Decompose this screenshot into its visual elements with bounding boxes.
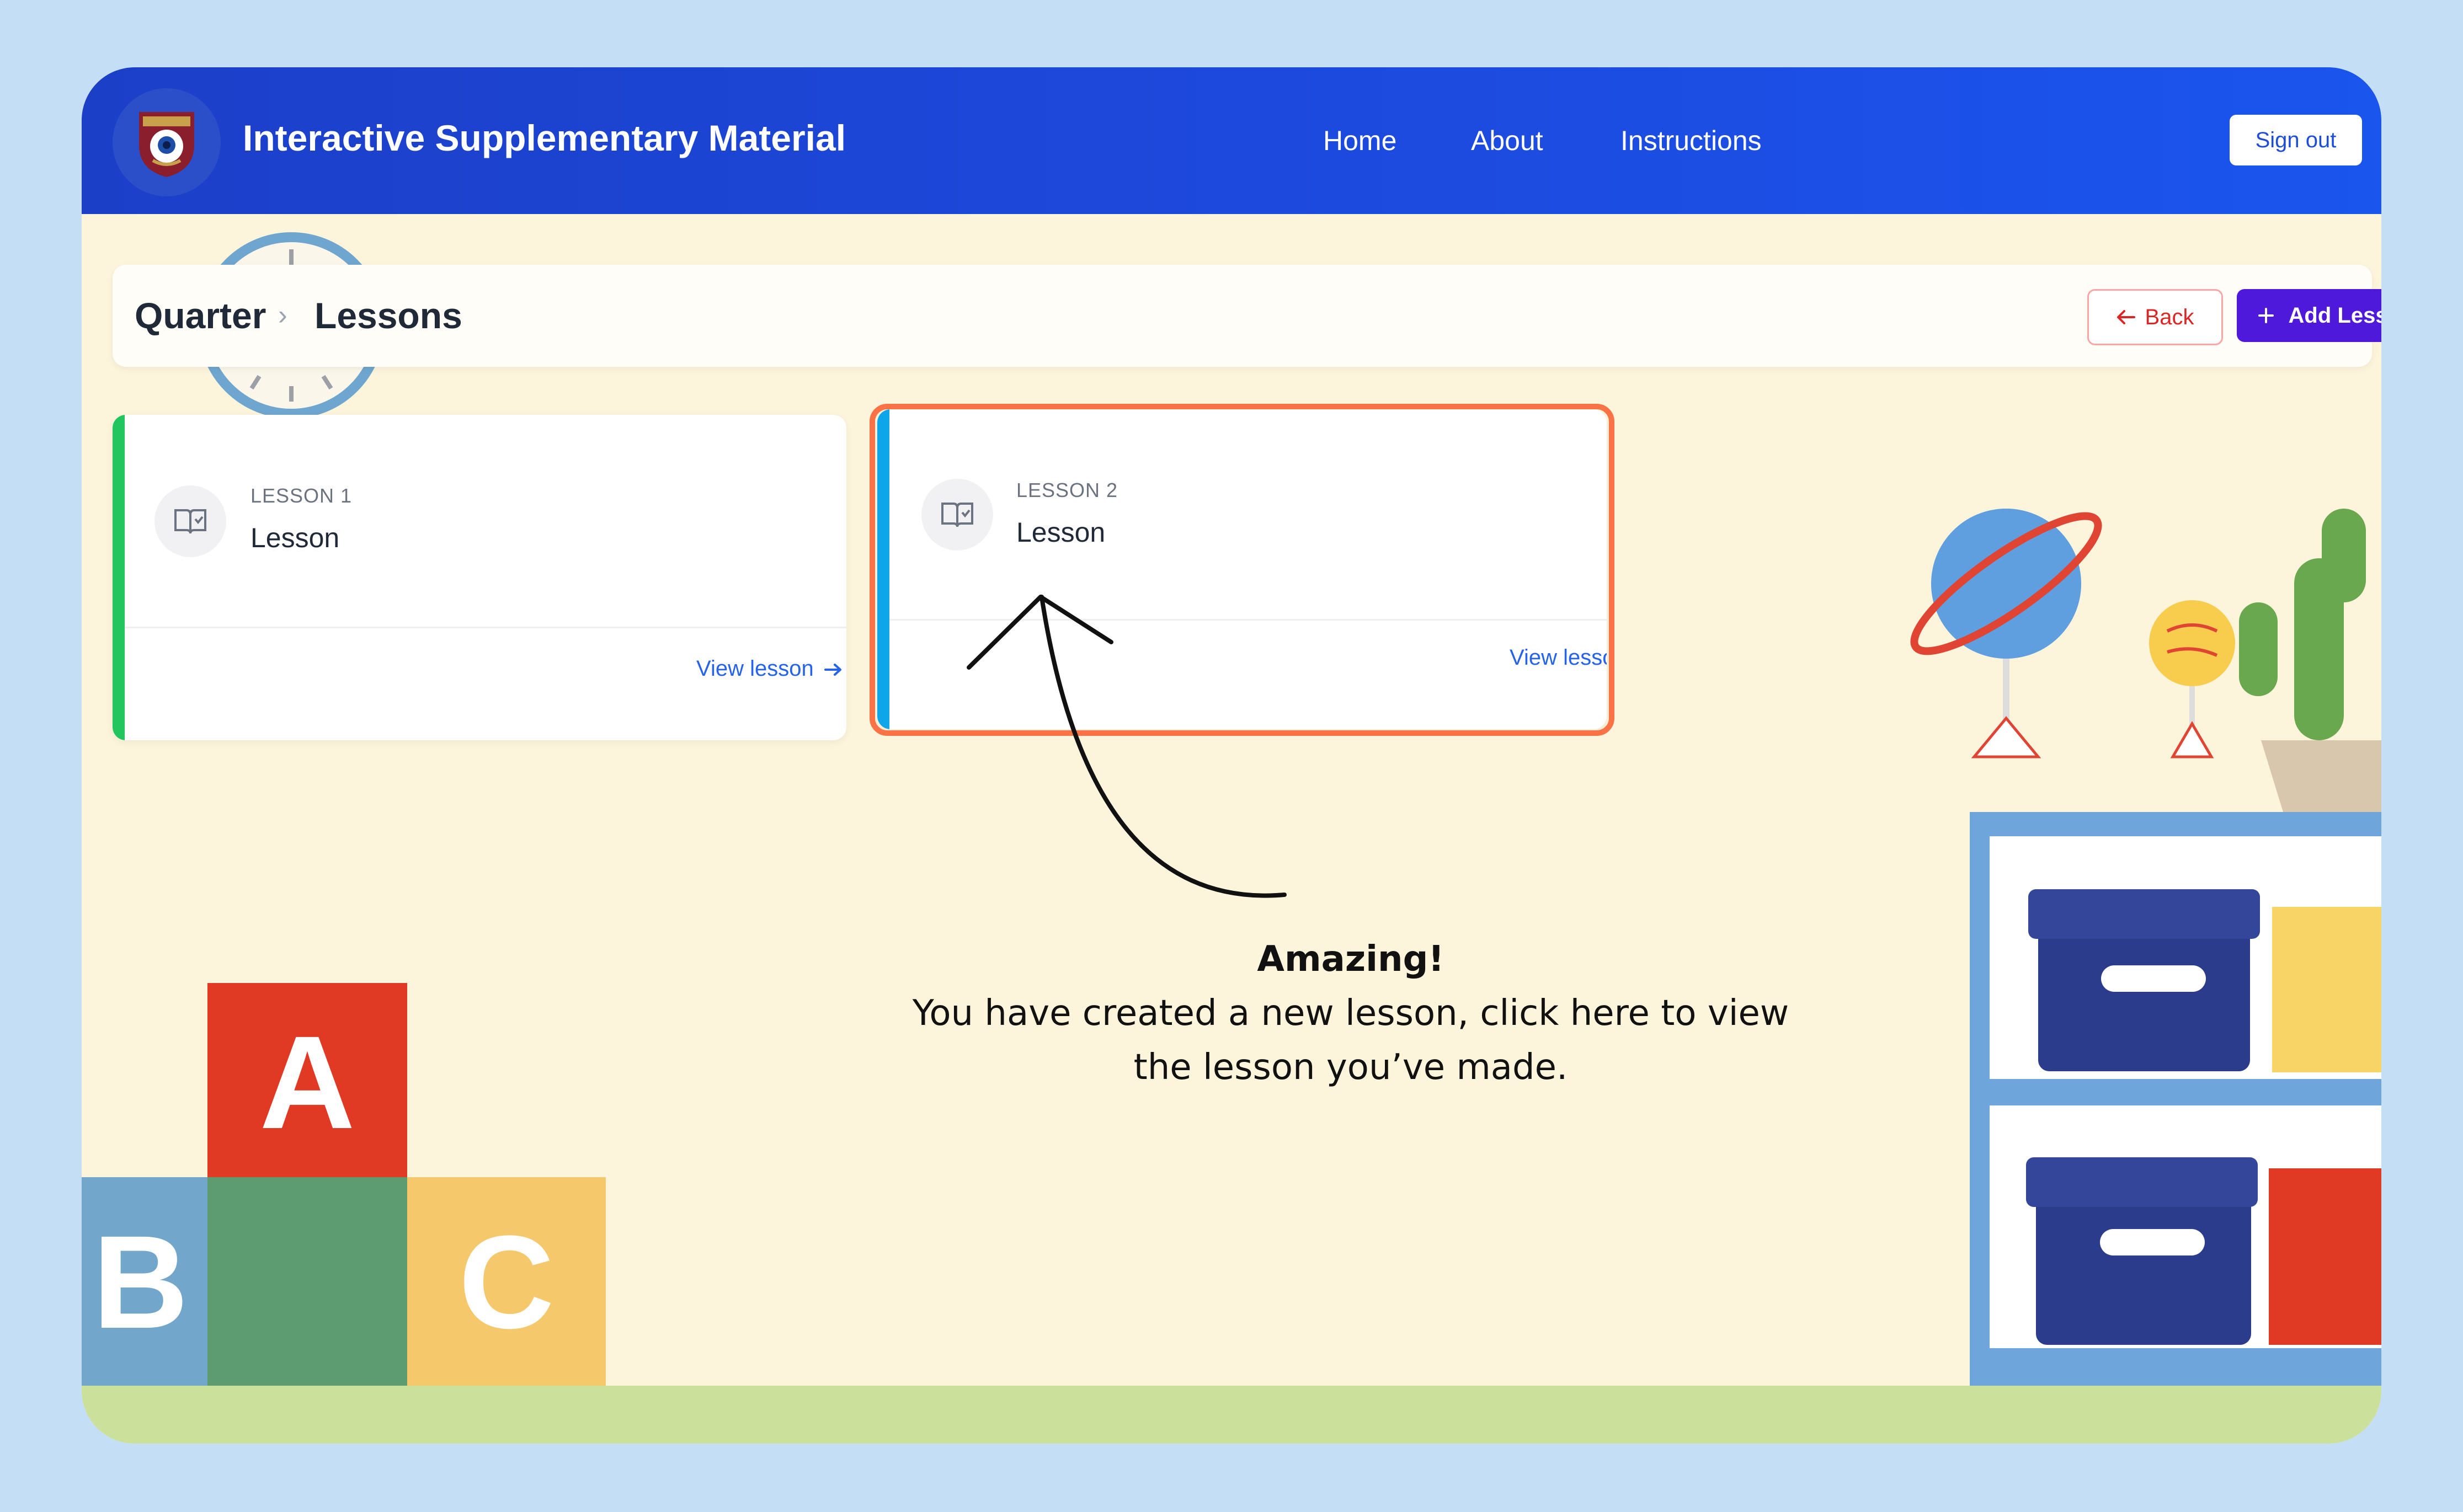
app-frame: Interactive Supplementary Material Home …: [82, 67, 2381, 1444]
alphabet-block: A: [207, 983, 407, 1182]
alphabet-block: C: [407, 1177, 606, 1387]
alphabet-block: [207, 1177, 407, 1387]
grass-ground: [82, 1386, 2381, 1444]
block-letter: C: [459, 1208, 555, 1356]
block-letter: A: [259, 1008, 355, 1156]
shelf-illustration: [1910, 509, 2381, 1391]
onboarding-tooltip: Amazing! You have created a new lesson, …: [893, 932, 1809, 1094]
block-letter: B: [93, 1208, 189, 1356]
alphabet-block: B: [82, 1177, 207, 1387]
tooltip-body: You have created a new lesson, click her…: [912, 993, 1789, 1088]
tooltip-heading: Amazing!: [1257, 939, 1444, 980]
